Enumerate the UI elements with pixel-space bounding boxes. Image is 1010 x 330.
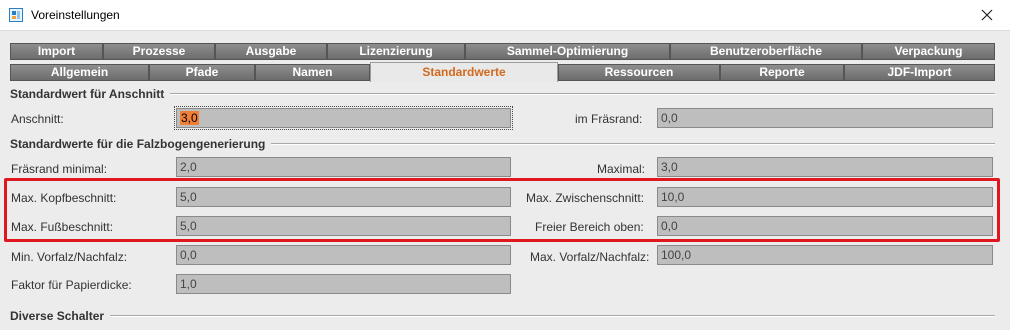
tab-sammel-optimierung[interactable]: Sammel-Optimierung	[465, 43, 670, 60]
maximal-field[interactable]: 3,0	[657, 157, 993, 177]
tab-jdf-import[interactable]: JDF-Import	[844, 64, 995, 81]
tab-import[interactable]: Import	[10, 43, 103, 60]
max-vorfalz-field[interactable]: 100,0	[657, 245, 993, 265]
min-vorfalz-label: Min. Vorfalz/Nachfalz:	[11, 250, 128, 264]
faktor-papierdicke-label: Faktor für Papierdicke:	[11, 278, 132, 292]
tab-standardwerte[interactable]: Standardwerte	[370, 62, 558, 82]
anschnitt-label: Anschnitt:	[11, 112, 64, 126]
im-fraesrand-label: im Fräsrand:	[575, 112, 643, 126]
tab-ausgabe[interactable]: Ausgabe	[215, 43, 327, 60]
max-vorfalz-label: Max. Vorfalz/Nachfalz:	[530, 250, 650, 264]
app-icon	[9, 8, 23, 22]
close-button[interactable]	[964, 0, 1010, 30]
section-title-anschnitt: Standardwert für Anschnitt	[10, 87, 171, 101]
tab-benutzeroberflaeche[interactable]: Benutzeroberfläche	[670, 43, 862, 60]
maximal-label: Maximal:	[597, 162, 646, 176]
tab-pfade[interactable]: Pfade	[149, 64, 255, 81]
tab-allgemein[interactable]: Allgemein	[10, 64, 149, 81]
tab-lizenzierung[interactable]: Lizenzierung	[327, 43, 465, 60]
section-title-schalter: Diverse Schalter	[10, 309, 111, 323]
fraesrand-minimal-label: Fräsrand minimal:	[11, 162, 108, 176]
faktor-papierdicke-field[interactable]: 1,0	[176, 274, 511, 294]
highlight-box	[4, 178, 1000, 242]
section-title-falzbogen: Standardwerte für die Falzbogengenerieru…	[10, 137, 272, 151]
tab-namen[interactable]: Namen	[255, 64, 370, 81]
section-divider	[10, 315, 995, 317]
im-fraesrand-field[interactable]: 0,0	[657, 108, 993, 128]
tab-reporte[interactable]: Reporte	[720, 64, 844, 81]
tab-prozesse[interactable]: Prozesse	[103, 43, 215, 60]
tab-ressourcen[interactable]: Ressourcen	[558, 64, 720, 81]
anschnitt-field[interactable]: 3,0	[174, 106, 513, 130]
close-icon	[981, 9, 993, 21]
min-vorfalz-field[interactable]: 0,0	[176, 245, 511, 265]
tab-verpackung[interactable]: Verpackung	[862, 43, 995, 60]
window-title: Voreinstellungen	[31, 8, 120, 22]
title-bar: Voreinstellungen	[0, 0, 1010, 31]
fraesrand-minimal-field[interactable]: 2,0	[176, 157, 511, 177]
